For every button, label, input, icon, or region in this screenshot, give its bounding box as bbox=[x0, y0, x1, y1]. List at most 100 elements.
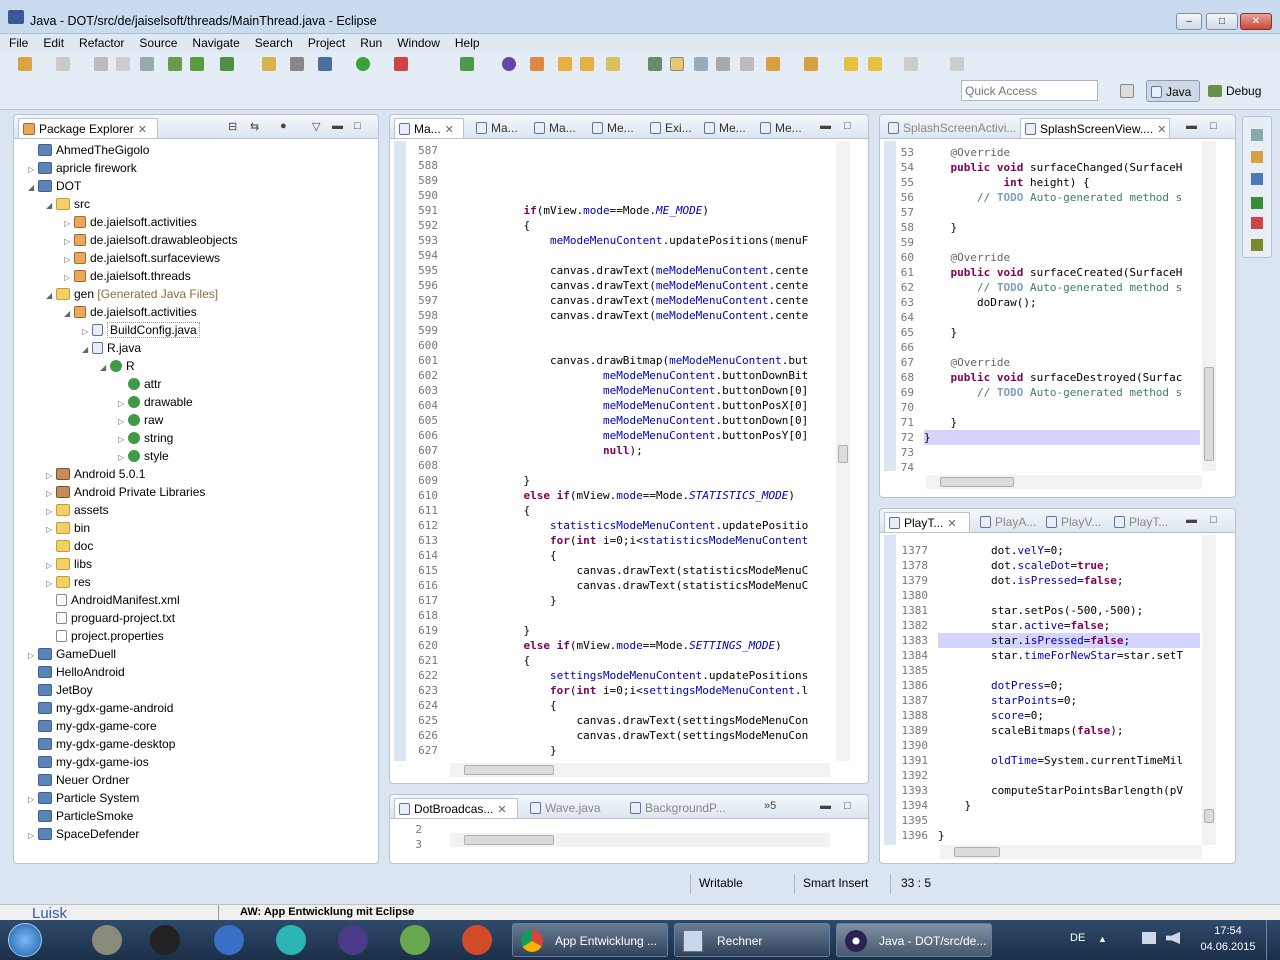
code-line[interactable]: } bbox=[444, 593, 834, 608]
tree-item[interactable]: ▷ Android Private Libraries bbox=[46, 483, 205, 501]
tree-item[interactable]: ▷ drawable bbox=[118, 393, 193, 411]
maximize-view-icon[interactable]: □ bbox=[1210, 514, 1217, 526]
code-line[interactable]: { bbox=[444, 698, 834, 713]
code-line[interactable]: } bbox=[444, 473, 834, 488]
devices-icon[interactable] bbox=[1251, 239, 1263, 251]
code-line[interactable]: star.timeForNewStar=star.setT bbox=[938, 648, 1200, 663]
menu-run[interactable]: Run bbox=[351, 34, 388, 50]
tree-item[interactable]: ◢ gen [Generated Java Files] bbox=[46, 285, 218, 303]
menu-file[interactable]: File bbox=[0, 34, 34, 50]
tab-package-explorer[interactable]: Package Explorer ✕ bbox=[18, 118, 158, 138]
scroll-thumb[interactable] bbox=[940, 477, 1014, 487]
maximize-view-icon[interactable]: □ bbox=[844, 800, 851, 812]
code-line[interactable]: @Override bbox=[924, 250, 1200, 265]
tree-item[interactable]: HelloAndroid bbox=[28, 663, 125, 681]
tree-item[interactable]: ▷ libs bbox=[46, 555, 92, 573]
android-studio-icon[interactable] bbox=[400, 925, 430, 955]
skip-breakpoints-icon[interactable] bbox=[290, 57, 304, 71]
maximize-view-icon[interactable]: □ bbox=[844, 120, 851, 132]
menu-refactor[interactable]: Refactor bbox=[70, 34, 130, 50]
editor-tab[interactable]: Wave.java bbox=[526, 798, 605, 818]
close-tab-icon[interactable]: ✕ bbox=[1157, 124, 1166, 136]
show-hidden-icons-icon[interactable]: ▲ bbox=[1098, 934, 1107, 944]
quick-access-input[interactable] bbox=[961, 80, 1098, 101]
code-line[interactable]: else if(mView.mode==Mode.SETTINGS_MODE) bbox=[444, 638, 834, 653]
code-line[interactable]: score=0; bbox=[938, 708, 1200, 723]
problems-icon[interactable] bbox=[1251, 217, 1263, 229]
tree-item[interactable]: ▷ style bbox=[118, 447, 169, 465]
code-line[interactable] bbox=[924, 340, 1200, 355]
code-line[interactable]: scaleBitmaps(false); bbox=[938, 723, 1200, 738]
forward-icon[interactable] bbox=[904, 57, 918, 71]
open-task-icon[interactable] bbox=[558, 57, 572, 71]
tree-item[interactable]: ▷ string bbox=[118, 429, 173, 447]
outline-icon[interactable] bbox=[1251, 129, 1263, 141]
last-edit-icon[interactable] bbox=[844, 57, 858, 71]
horizontal-scrollbar[interactable] bbox=[940, 845, 1202, 859]
code-line[interactable]: } bbox=[924, 415, 1200, 430]
code-line[interactable]: public void surfaceDestroyed(Surfac bbox=[924, 370, 1200, 385]
tree-item[interactable]: ▷ res bbox=[46, 573, 91, 591]
link-editor-icon[interactable]: ⇆ bbox=[250, 120, 259, 133]
editor-tab[interactable]: Me... bbox=[756, 118, 806, 138]
tree-item[interactable]: my-gdx-game-core bbox=[28, 717, 157, 735]
save-icon[interactable] bbox=[94, 57, 108, 71]
code-line[interactable]: if(mView.mode==Mode.ME_MODE) bbox=[444, 203, 834, 218]
search-icon[interactable] bbox=[606, 57, 620, 71]
android-sdk-icon[interactable] bbox=[168, 57, 182, 71]
collapse-icon[interactable]: ◢ bbox=[64, 305, 74, 323]
open-type-icon[interactable] bbox=[502, 57, 516, 71]
vertical-scrollbar[interactable] bbox=[836, 141, 850, 761]
print-icon[interactable] bbox=[140, 57, 154, 71]
expand-icon[interactable]: ▷ bbox=[28, 827, 38, 845]
code-line[interactable]: settingsModeMenuContent.updatePositions bbox=[444, 668, 834, 683]
tree-item[interactable]: Neuer Ordner bbox=[28, 771, 129, 789]
code-line[interactable] bbox=[444, 458, 834, 473]
code-line[interactable]: oldTime=System.currentTimeMil bbox=[938, 753, 1200, 768]
code-line[interactable]: @Override bbox=[924, 355, 1200, 370]
editor-tab[interactable]: Exi... bbox=[646, 118, 696, 138]
open-folder-icon[interactable] bbox=[580, 57, 594, 71]
editor-tab[interactable]: PlayA... bbox=[976, 512, 1040, 532]
tree-item[interactable]: ▷ BuildConfig.java bbox=[82, 321, 200, 339]
code-line[interactable]: for(int i=0;i<settingsModeMenuContent.l bbox=[444, 683, 834, 698]
tree-item[interactable]: ◢ DOT bbox=[28, 177, 81, 195]
code-line[interactable]: doDraw(); bbox=[924, 295, 1200, 310]
view-menu-icon[interactable]: ▽ bbox=[312, 120, 320, 133]
collapse-icon[interactable]: ◢ bbox=[100, 359, 110, 377]
tree-item[interactable]: ▷ Particle System bbox=[28, 789, 139, 807]
maximize-view-icon[interactable]: □ bbox=[354, 120, 361, 132]
code-line[interactable]: canvas.drawText(meModeMenuContent.cente bbox=[444, 263, 834, 278]
code-line[interactable] bbox=[924, 205, 1200, 220]
code-line[interactable]: // TODO Auto-generated method s bbox=[924, 280, 1200, 295]
code-line[interactable]: for(int i=0;i<statisticsModeMenuContent bbox=[444, 533, 834, 548]
code-line[interactable]: else if(mView.mode==Mode.STATISTICS_MODE… bbox=[444, 488, 834, 503]
code-line[interactable] bbox=[924, 310, 1200, 325]
tree-item[interactable]: ▷ de.jaielsoft.activities bbox=[64, 213, 197, 231]
code-line[interactable]: dotPress=0; bbox=[938, 678, 1200, 693]
pokerstars-icon[interactable] bbox=[462, 925, 492, 955]
menu-window[interactable]: Window bbox=[388, 34, 446, 50]
debug-perspective-button[interactable]: Debug bbox=[1204, 80, 1266, 102]
code-line[interactable]: } bbox=[924, 430, 1200, 445]
code-line[interactable]: computeStarPointsBarlength(pV bbox=[938, 783, 1200, 798]
horizontal-scrollbar[interactable] bbox=[450, 833, 830, 847]
task-eclipse[interactable]: Java - DOT/src/de... bbox=[836, 923, 992, 957]
minimize-button[interactable]: – bbox=[1176, 13, 1202, 30]
yed-icon[interactable] bbox=[214, 925, 244, 955]
code-line[interactable]: // TODO Auto-generated method s bbox=[924, 190, 1200, 205]
tree-item[interactable]: ▷ bin bbox=[46, 519, 90, 537]
code-line[interactable]: public void surfaceCreated(SurfaceH bbox=[924, 265, 1200, 280]
stop-icon[interactable] bbox=[530, 57, 544, 71]
code-line[interactable]: meModeMenuContent.buttonDown[0] bbox=[444, 413, 834, 428]
menu-navigate[interactable]: Navigate bbox=[183, 34, 245, 50]
editor-tab[interactable]: Me... bbox=[588, 118, 638, 138]
code-line[interactable]: star.setPos(-500,-500); bbox=[938, 603, 1200, 618]
show-whitespace-icon[interactable] bbox=[716, 57, 730, 71]
scroll-thumb[interactable] bbox=[954, 847, 1000, 857]
tree-item[interactable]: ▷ apricle firework bbox=[28, 159, 137, 177]
tree-item[interactable]: ▷ GameDuell bbox=[28, 645, 116, 663]
code-line[interactable]: } bbox=[444, 623, 834, 638]
tree-item[interactable]: ▷ SpaceDefender bbox=[28, 825, 139, 843]
code-line[interactable]: canvas.drawText(meModeMenuContent.cente bbox=[444, 278, 834, 293]
